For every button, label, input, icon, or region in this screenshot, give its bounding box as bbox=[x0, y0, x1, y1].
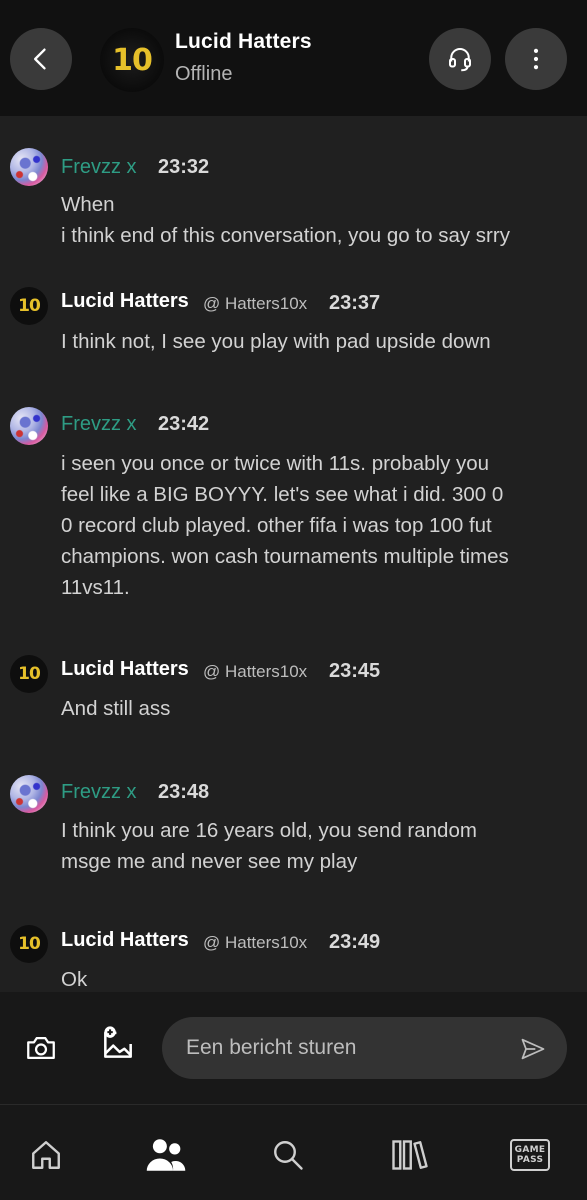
message-text: I think you are 16 years old, you send r… bbox=[61, 819, 477, 873]
sender-name[interactable]: Lucid Hatters bbox=[61, 290, 189, 313]
more-vertical-icon bbox=[533, 48, 539, 70]
party-chat-button[interactable] bbox=[429, 28, 491, 90]
contact-status: Offline bbox=[175, 63, 233, 85]
message-item: Frevzz x 23:48 I think you are 16 years … bbox=[0, 759, 587, 873]
message-item: 10 Lucid Hatters @ Hatters10x 23:45 And … bbox=[0, 639, 587, 720]
message-time: 23:45 bbox=[329, 660, 381, 682]
message-item: Frevzz x 23:32 When i think end of this … bbox=[0, 132, 587, 247]
message-item: 10 Lucid Hatters @ Hatters10x 23:49 Ok bbox=[0, 909, 587, 992]
sender-handle: @ Hatters10x bbox=[203, 662, 308, 681]
message-time: 23:32 bbox=[158, 156, 210, 178]
message-input-container bbox=[162, 1017, 567, 1079]
sender-avatar[interactable]: 10 bbox=[10, 925, 48, 963]
nav-friends[interactable] bbox=[144, 1133, 188, 1177]
message-item: 10 Lucid Hatters @ Hatters10x 23:37 I th… bbox=[0, 271, 587, 353]
game-pass-icon: GAME PASS bbox=[510, 1139, 550, 1171]
message-text: When i think end of this conversation, y… bbox=[61, 193, 510, 247]
send-icon bbox=[521, 1038, 545, 1060]
back-button[interactable] bbox=[10, 28, 72, 90]
message-text: And still ass bbox=[61, 697, 171, 720]
message-item: Frevzz x 23:42 i seen you once or twice … bbox=[0, 391, 587, 601]
message-time: 23:49 bbox=[329, 931, 381, 953]
sender-avatar[interactable] bbox=[10, 775, 48, 813]
message-time: 23:42 bbox=[158, 413, 210, 435]
camera-icon bbox=[27, 1036, 55, 1060]
sender-handle: @ Hatters10x bbox=[203, 294, 308, 313]
message-time: 23:48 bbox=[158, 781, 210, 803]
message-text: Ok bbox=[61, 968, 88, 991]
chat-header: 10 Lucid Hatters Offline bbox=[0, 0, 587, 116]
sender-handle: @ Hatters10x bbox=[203, 933, 308, 952]
contact-avatar[interactable]: 10 bbox=[100, 28, 164, 92]
chevron-left-icon bbox=[34, 48, 46, 70]
nav-game-pass[interactable]: GAME PASS bbox=[508, 1133, 552, 1177]
sender-avatar[interactable] bbox=[10, 407, 48, 445]
home-icon bbox=[32, 1141, 60, 1169]
send-button[interactable] bbox=[517, 1033, 549, 1065]
message-list[interactable]: Frevzz x 23:32 When i think end of this … bbox=[0, 116, 587, 992]
nav-search[interactable] bbox=[266, 1133, 310, 1177]
nav-library[interactable] bbox=[388, 1133, 432, 1177]
bottom-navigation: GAME PASS bbox=[0, 1104, 587, 1200]
message-text: I think not, I see you play with pad ups… bbox=[61, 330, 491, 353]
avatar-10-logo: 10 bbox=[112, 42, 153, 78]
message-time: 23:37 bbox=[329, 292, 381, 314]
more-options-button[interactable] bbox=[505, 28, 567, 90]
friends-icon bbox=[146, 1139, 186, 1171]
library-icon bbox=[392, 1140, 428, 1170]
sender-avatar[interactable]: 10 bbox=[10, 287, 48, 325]
message-composer bbox=[0, 992, 587, 1104]
sender-avatar[interactable]: 10 bbox=[10, 655, 48, 693]
sender-name[interactable]: Lucid Hatters bbox=[61, 658, 189, 681]
add-image-button[interactable] bbox=[98, 1024, 138, 1064]
sender-name[interactable]: Frevzz x bbox=[61, 413, 137, 436]
message-input[interactable] bbox=[186, 1017, 506, 1079]
sender-name[interactable]: Frevzz x bbox=[61, 156, 137, 179]
nav-home[interactable] bbox=[24, 1133, 68, 1177]
add-image-icon bbox=[104, 1026, 132, 1058]
message-text: i seen you once or twice with 11s. proba… bbox=[61, 452, 509, 599]
search-icon bbox=[274, 1141, 303, 1170]
headset-icon bbox=[449, 48, 471, 72]
sender-avatar[interactable] bbox=[10, 148, 48, 186]
camera-button[interactable] bbox=[21, 1028, 61, 1068]
contact-name: Lucid Hatters bbox=[175, 30, 312, 53]
sender-name[interactable]: Lucid Hatters bbox=[61, 929, 189, 952]
sender-name[interactable]: Frevzz x bbox=[61, 781, 137, 804]
